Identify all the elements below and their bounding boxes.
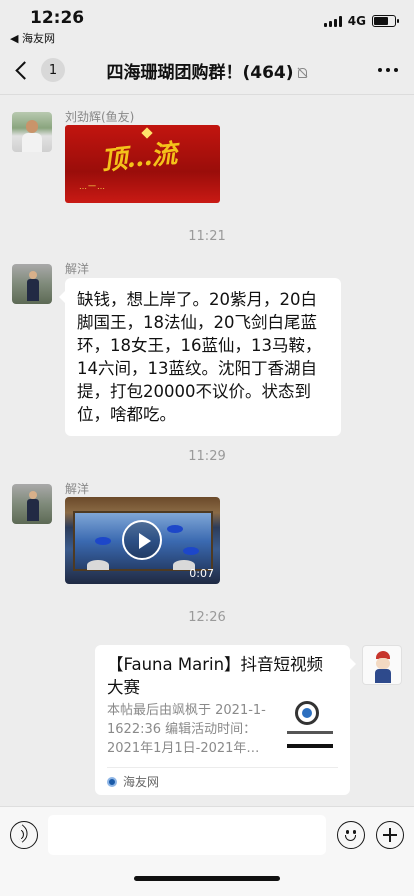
status-time: 12:26 xyxy=(30,8,85,28)
rock-shape xyxy=(87,560,109,570)
chat-nav-bar: 1 四海珊瑚团购群！(464) xyxy=(0,46,414,94)
time-separator: 11:21 xyxy=(188,229,226,244)
emoji-button[interactable] xyxy=(337,821,365,849)
status-bar: 12:26 ◀ 海友网 4G xyxy=(0,0,414,46)
emoji-eye xyxy=(353,830,356,834)
sender-name: 解洋 xyxy=(65,262,90,276)
add-more-button[interactable] xyxy=(376,821,404,849)
chat-title-text: 四海珊瑚团购群！(464) xyxy=(106,63,294,83)
fish-shape xyxy=(183,547,199,555)
link-thumbnail xyxy=(283,697,337,751)
avatar-body xyxy=(375,669,391,683)
logo-dot xyxy=(302,708,312,718)
avatar-face xyxy=(29,271,37,279)
back-to-app-link[interactable]: ◀ 海友网 xyxy=(10,30,55,46)
logo-bar xyxy=(287,744,333,748)
sender-name: 刘劲辉(鱼友) xyxy=(65,110,135,124)
link-source-name: 海友网 xyxy=(123,775,160,789)
link-divider xyxy=(107,767,338,768)
signal-icon xyxy=(323,15,342,27)
logo-line xyxy=(287,731,333,734)
play-icon[interactable] xyxy=(122,520,162,560)
message-input[interactable] xyxy=(48,815,326,855)
nav-divider xyxy=(0,94,414,95)
link-source: 海友网 xyxy=(107,773,159,790)
sender-name: 解洋 xyxy=(65,482,90,496)
chat-title: 四海珊瑚团购群！(464) xyxy=(60,58,354,83)
message-text: 缺钱，想上岸了。20紫月，20白脚国王，18法仙，20飞剑白尾蓝环，18女王，1… xyxy=(77,290,322,424)
dot-icon xyxy=(378,68,382,72)
fish-shape xyxy=(95,537,111,545)
video-duration: 0:07 xyxy=(189,567,214,580)
message-bubble[interactable]: 缺钱，想上岸了。20紫月，20白脚国王，18法仙，20飞剑白尾蓝环，18女王，1… xyxy=(59,278,341,436)
video-message[interactable]: 0:07 xyxy=(65,497,220,584)
avatar-body xyxy=(22,133,42,152)
avatar-body xyxy=(27,499,39,521)
battery-fill xyxy=(374,17,388,25)
avatar-body xyxy=(27,279,39,301)
avatar-xieyang[interactable] xyxy=(12,484,52,524)
avatar-face xyxy=(26,120,38,133)
status-indicators: 4G xyxy=(323,14,399,28)
link-title: 【Fauna Marin】抖音短视频大赛 xyxy=(107,655,324,697)
dot-icon xyxy=(386,68,390,72)
time-separator: 11:29 xyxy=(188,449,226,464)
source-icon xyxy=(107,776,117,787)
battery-icon xyxy=(372,15,399,27)
avatar-self[interactable] xyxy=(362,645,402,685)
emoji-eye xyxy=(346,830,349,834)
mute-icon xyxy=(296,67,308,79)
input-bar xyxy=(0,806,414,896)
more-options-button[interactable] xyxy=(378,68,398,72)
link-description: 本帖最后由飒枫于 2021-1-1622:36 编辑活动时间：2021年1月1日… xyxy=(107,703,266,756)
sticker-text: 顶…流 xyxy=(99,139,178,177)
avatar-face xyxy=(29,491,37,499)
network-type: 4G xyxy=(347,14,366,28)
emoji-mouth xyxy=(345,835,356,841)
sticker-image[interactable]: 顶…流 …一… xyxy=(65,125,220,203)
sticker-subtext: …一… xyxy=(79,182,106,191)
chevron-left-icon xyxy=(15,60,34,80)
avatar-liujinhui[interactable] xyxy=(12,112,52,152)
avatar-face xyxy=(376,658,390,669)
fish-shape xyxy=(167,525,183,533)
time-separator: 12:26 xyxy=(188,610,226,625)
dot-icon xyxy=(394,68,398,72)
home-indicator[interactable] xyxy=(134,876,280,881)
avatar-xieyang[interactable] xyxy=(12,264,52,304)
link-card[interactable]: 【Fauna Marin】抖音短视频大赛 本帖最后由飒枫于 2021-1-162… xyxy=(95,645,356,795)
voice-input-button[interactable] xyxy=(10,821,38,849)
